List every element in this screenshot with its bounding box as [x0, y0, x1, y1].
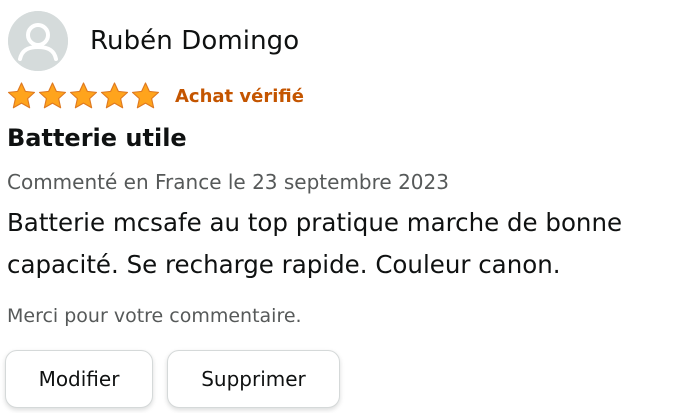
edit-button[interactable]: Modifier [5, 350, 153, 408]
star-icon [131, 82, 160, 109]
reviewer-name[interactable]: Rubén Domingo [90, 26, 299, 56]
rating-row: Achat vérifié [6, 80, 304, 112]
review-title[interactable]: Batterie utile [7, 124, 187, 152]
review-date: Commenté en France le 23 septembre 2023 [7, 170, 449, 194]
delete-button[interactable]: Supprimer [167, 350, 340, 408]
star-rating[interactable] [6, 81, 161, 111]
verified-purchase-badge: Achat vérifié [175, 85, 304, 107]
user-silhouette-icon [8, 11, 68, 71]
reviewer-profile[interactable]: Rubén Domingo [8, 11, 299, 71]
review-body: Batterie mcsafe au top pratique marche d… [7, 208, 623, 279]
star-icon [69, 82, 98, 109]
star-icon [100, 82, 129, 109]
customer-review: Rubén Domingo Achat vérifié Batterie uti… [0, 0, 679, 413]
star-icon [38, 82, 67, 109]
feedback-message: Merci pour votre commentaire. [7, 305, 302, 327]
star-icon [7, 82, 36, 109]
avatar[interactable] [8, 11, 68, 71]
